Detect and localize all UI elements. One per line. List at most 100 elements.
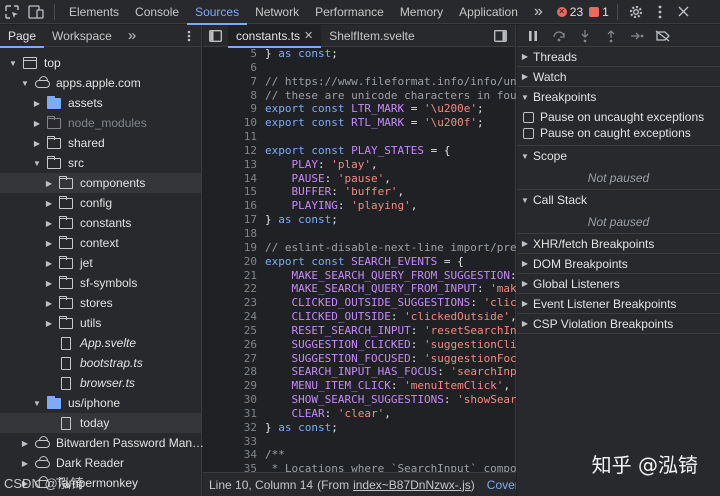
- tab-sources[interactable]: Sources: [187, 0, 248, 25]
- code-view[interactable]: 5} as const; 6 7// https://www.fileformat.…: [203, 47, 516, 472]
- call-stack-section[interactable]: ▼ Call Stack: [517, 190, 720, 210]
- line-number[interactable]: 25: [203, 324, 265, 338]
- tree-item[interactable]: ▶ node_modules: [0, 113, 201, 133]
- line-number[interactable]: 35: [203, 462, 265, 472]
- tab-console[interactable]: Console: [127, 0, 187, 24]
- warning-counter[interactable]: 1: [589, 5, 609, 19]
- expand-arrow-icon[interactable]: ▶: [32, 139, 42, 148]
- toggle-navigator-icon[interactable]: [203, 25, 228, 47]
- line-number[interactable]: 28: [203, 365, 265, 379]
- error-counter[interactable]: ✕ 23: [556, 5, 583, 19]
- tree-item[interactable]: ▶ components: [0, 173, 201, 193]
- tree-item[interactable]: ▶ assets: [0, 93, 201, 113]
- line-number[interactable]: 7: [203, 75, 265, 89]
- tree-item[interactable]: ▶ sf-symbols: [0, 273, 201, 293]
- expand-arrow-icon[interactable]: ▶: [32, 99, 42, 108]
- tab-network[interactable]: Network: [247, 0, 307, 24]
- line-number[interactable]: 22: [203, 282, 265, 296]
- navigator-menu-icon[interactable]: [187, 30, 191, 45]
- tree-item[interactable]: ▶ jet: [0, 253, 201, 273]
- line-number[interactable]: 5: [203, 47, 265, 61]
- line-number[interactable]: 20: [203, 255, 265, 269]
- event-listener-breakpoints-section[interactable]: ▶ Event Listener Breakpoints: [517, 294, 720, 314]
- breakpoints-section[interactable]: ▼ Breakpoints: [517, 87, 720, 107]
- threads-section[interactable]: ▶ Threads: [517, 47, 720, 67]
- step-over-icon[interactable]: [547, 25, 571, 47]
- line-number[interactable]: 12: [203, 144, 265, 158]
- tree-item[interactable]: bootstrap.ts: [0, 353, 201, 373]
- more-tabs-button[interactable]: »: [526, 0, 551, 24]
- line-number[interactable]: 17: [203, 213, 265, 227]
- expand-arrow-icon[interactable]: ▶: [44, 279, 54, 288]
- tab-page[interactable]: Page: [0, 25, 45, 48]
- line-number[interactable]: 11: [203, 130, 265, 144]
- settings-gear-icon[interactable]: [624, 0, 648, 24]
- expand-arrow-icon[interactable]: ▶: [44, 179, 54, 188]
- expand-arrow-icon[interactable]: ▶: [44, 219, 54, 228]
- close-devtools-icon[interactable]: [672, 0, 696, 24]
- line-number[interactable]: 6: [203, 61, 265, 75]
- tree-item[interactable]: browser.ts: [0, 373, 201, 393]
- step-out-icon[interactable]: [599, 25, 623, 47]
- global-listeners-section[interactable]: ▶ Global Listeners: [517, 274, 720, 294]
- pause-uncaught-option[interactable]: Pause on uncaught exceptions: [517, 109, 720, 125]
- line-number[interactable]: 30: [203, 393, 265, 407]
- line-number[interactable]: 34: [203, 448, 265, 462]
- tree-item[interactable]: ▶ Dark Reader: [0, 453, 201, 473]
- step-icon[interactable]: [625, 25, 649, 47]
- navigator-more-tabs-button[interactable]: »: [120, 25, 144, 47]
- scope-section[interactable]: ▼ Scope: [517, 146, 720, 166]
- line-number[interactable]: 10: [203, 116, 265, 130]
- tree-item[interactable]: ▶ config: [0, 193, 201, 213]
- tab-workspace[interactable]: Workspace: [44, 25, 120, 47]
- line-number[interactable]: 33: [203, 435, 265, 449]
- tree-item[interactable]: today: [0, 413, 201, 433]
- tree-item[interactable]: ▼ src: [0, 153, 201, 173]
- tab-memory[interactable]: Memory: [392, 0, 451, 24]
- line-number[interactable]: 26: [203, 338, 265, 352]
- pause-caught-option[interactable]: Pause on caught exceptions: [517, 125, 720, 141]
- collapse-arrow-icon[interactable]: ▼: [8, 59, 18, 68]
- expand-arrow-icon[interactable]: ▶: [44, 319, 54, 328]
- tree-item[interactable]: ▶ context: [0, 233, 201, 253]
- pause-uncaught-checkbox[interactable]: [523, 111, 534, 123]
- tree-item[interactable]: ▶ utils: [0, 313, 201, 333]
- deactivate-breakpoints-icon[interactable]: [651, 25, 675, 47]
- line-number[interactable]: 14: [203, 172, 265, 186]
- watch-section[interactable]: ▶ Watch: [517, 67, 720, 87]
- line-number[interactable]: 19: [203, 241, 265, 255]
- csp-violation-breakpoints-section[interactable]: ▶ CSP Violation Breakpoints: [517, 314, 720, 334]
- xhr-breakpoints-section[interactable]: ▶ XHR/fetch Breakpoints: [517, 234, 720, 254]
- line-number[interactable]: 29: [203, 379, 265, 393]
- line-number[interactable]: 8: [203, 89, 265, 103]
- tree-item[interactable]: ▶ constants: [0, 213, 201, 233]
- source-map-link[interactable]: index~B87DnNzwx-.js: [353, 478, 471, 492]
- line-number[interactable]: 16: [203, 199, 265, 213]
- tree-item[interactable]: ▼ us/iphone: [0, 393, 201, 413]
- coverage-link[interactable]: Covera: [487, 478, 516, 492]
- device-toolbar-icon[interactable]: [24, 0, 48, 24]
- line-number[interactable]: 21: [203, 269, 265, 283]
- tab-application[interactable]: Application: [451, 0, 526, 24]
- expand-arrow-icon[interactable]: ▶: [44, 199, 54, 208]
- expand-arrow-icon[interactable]: ▶: [20, 439, 30, 448]
- tree-item[interactable]: ▼ apps.apple.com: [0, 73, 201, 93]
- line-number[interactable]: 32: [203, 421, 265, 435]
- line-number[interactable]: 24: [203, 310, 265, 324]
- line-number[interactable]: 13: [203, 158, 265, 172]
- expand-arrow-icon[interactable]: ▶: [32, 119, 42, 128]
- tab-elements[interactable]: Elements: [61, 0, 127, 24]
- tab-performance[interactable]: Performance: [307, 0, 392, 24]
- dom-breakpoints-section[interactable]: ▶ DOM Breakpoints: [517, 254, 720, 274]
- line-number[interactable]: 9: [203, 102, 265, 116]
- pause-caught-checkbox[interactable]: [523, 127, 534, 139]
- close-tab-icon[interactable]: ✕: [304, 25, 313, 47]
- collapse-arrow-icon[interactable]: ▼: [32, 399, 42, 408]
- tree-item[interactable]: ▼ top: [0, 53, 201, 73]
- line-number[interactable]: 23: [203, 296, 265, 310]
- step-into-icon[interactable]: [573, 25, 597, 47]
- line-number[interactable]: 31: [203, 407, 265, 421]
- inspect-element-icon[interactable]: [0, 0, 24, 24]
- collapse-arrow-icon[interactable]: ▼: [32, 159, 42, 168]
- tab-constants-ts[interactable]: constants.ts ✕: [228, 24, 322, 48]
